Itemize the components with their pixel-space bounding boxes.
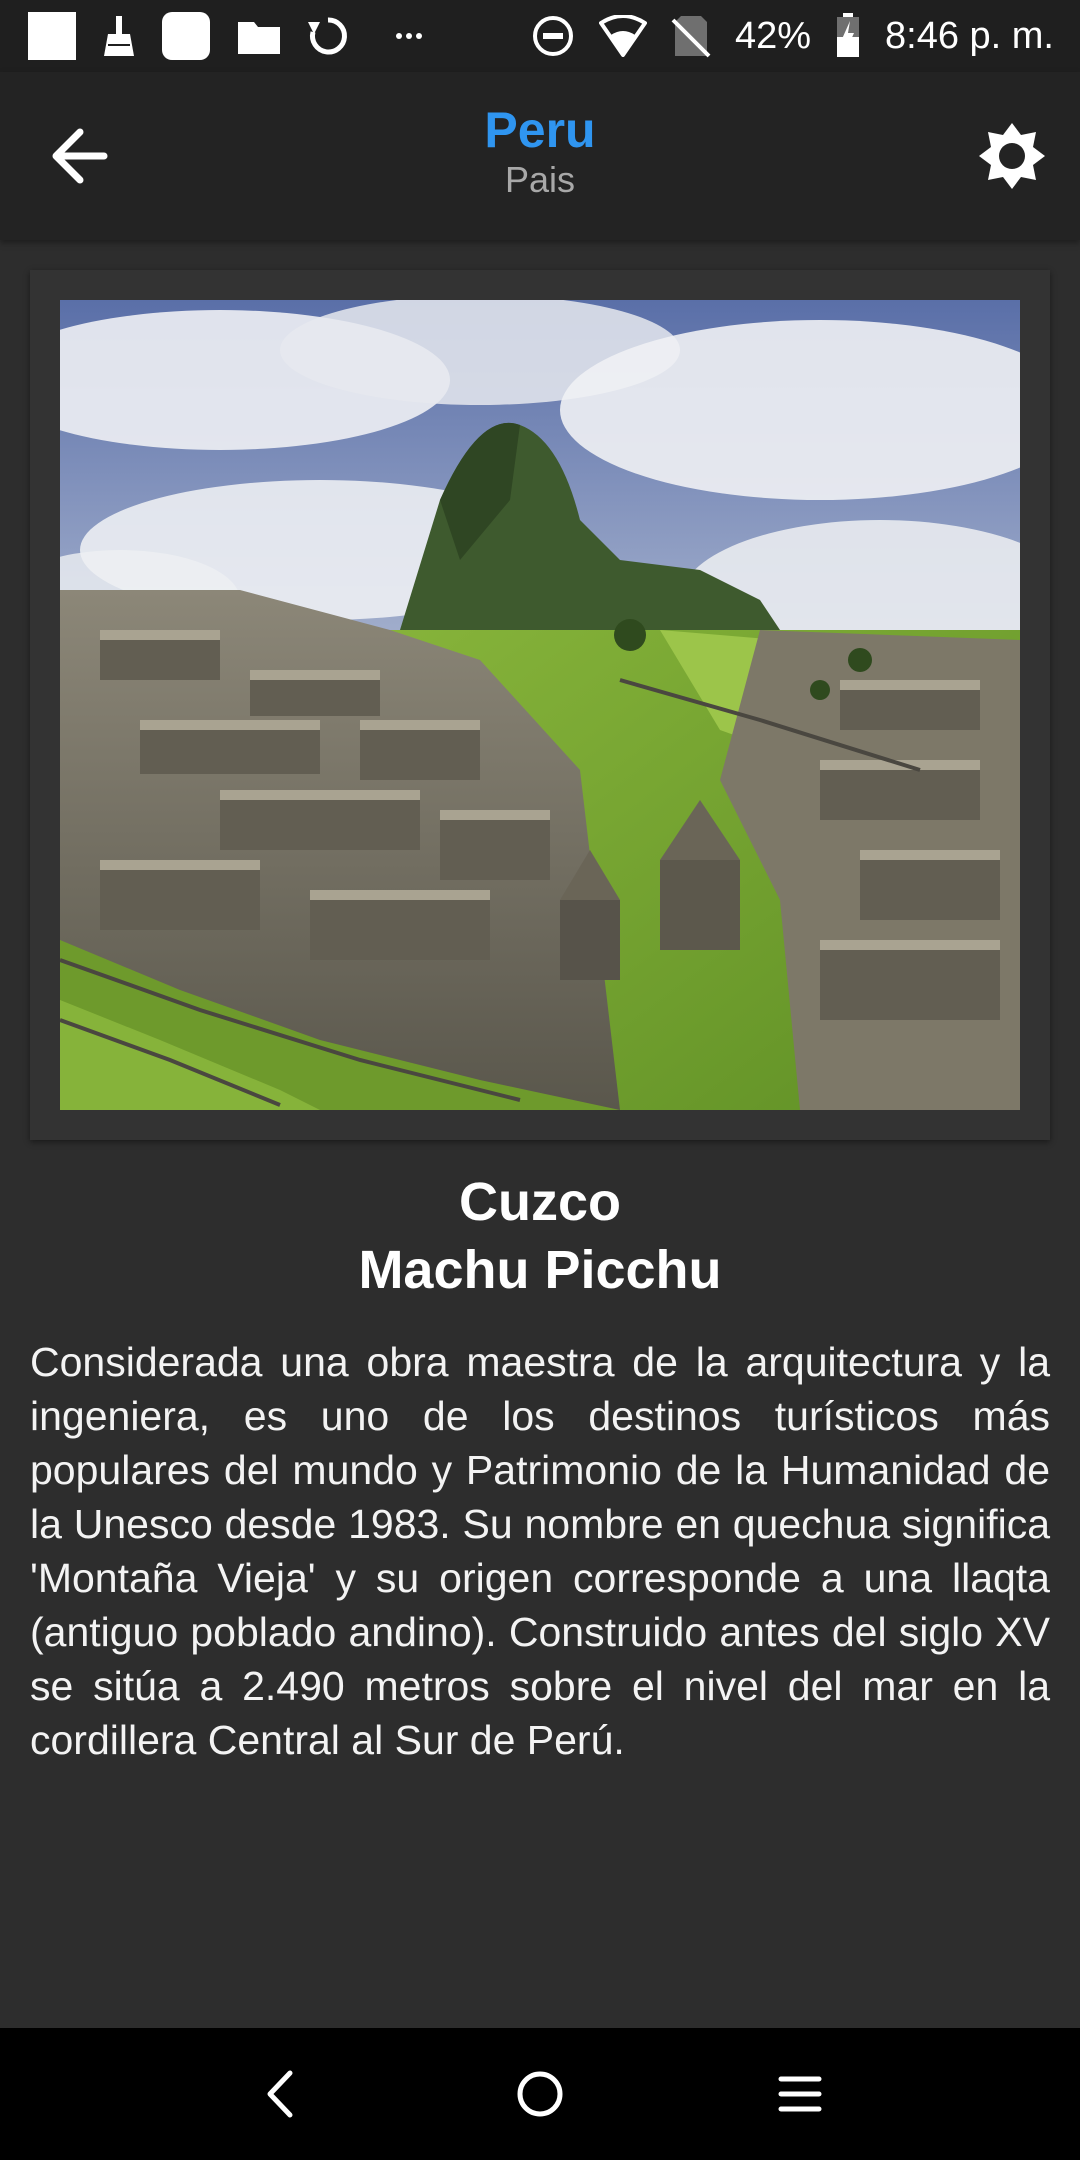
- app-square-icon: [162, 12, 210, 60]
- nav-back-icon: [267, 2070, 293, 2118]
- nav-home-button[interactable]: [495, 2049, 585, 2139]
- sync-icon: [308, 17, 347, 55]
- status-right-icons: 42% 8:46 p. m.: [531, 13, 1054, 59]
- status-bar: 42% 8:46 p. m.: [0, 0, 1080, 72]
- folder-icon: [238, 22, 280, 54]
- place-name: Machu Picchu: [358, 1240, 722, 1300]
- status-left-icons: [26, 10, 444, 62]
- place-description: Considerada una obra maestra de la arqui…: [30, 1339, 1050, 1763]
- place-region: Cuzco: [459, 1172, 621, 1232]
- notification-square-icon: [28, 12, 76, 60]
- page-subtitle: Pais: [504, 159, 576, 200]
- title-block: Peru Pais: [0, 102, 1080, 202]
- place-heading: Cuzco Machu Picchu: [0, 1168, 1080, 1304]
- no-sim-icon: [671, 16, 711, 58]
- do-not-disturb-icon: [532, 16, 573, 56]
- broom-icon: [104, 16, 134, 56]
- nav-menu-icon: [778, 2076, 822, 2112]
- nav-back-button[interactable]: [235, 2049, 325, 2139]
- more-notifications-icon: [396, 33, 422, 39]
- nav-menu-button[interactable]: [755, 2049, 845, 2139]
- battery-charging-icon: [837, 13, 860, 57]
- brightness-icon: [979, 123, 1045, 189]
- machu-picchu-photo: [60, 300, 1020, 1110]
- page-title: Peru: [484, 102, 596, 158]
- clock: 8:46 p. m.: [885, 14, 1054, 57]
- wifi-icon: [598, 15, 647, 57]
- brightness-button[interactable]: [970, 114, 1054, 198]
- image-card: [30, 270, 1050, 1140]
- nav-home-icon: [517, 2071, 563, 2117]
- app-bar: Peru Pais: [0, 72, 1080, 240]
- system-nav-bar: [0, 2028, 1080, 2160]
- battery-percent: 42%: [734, 14, 812, 57]
